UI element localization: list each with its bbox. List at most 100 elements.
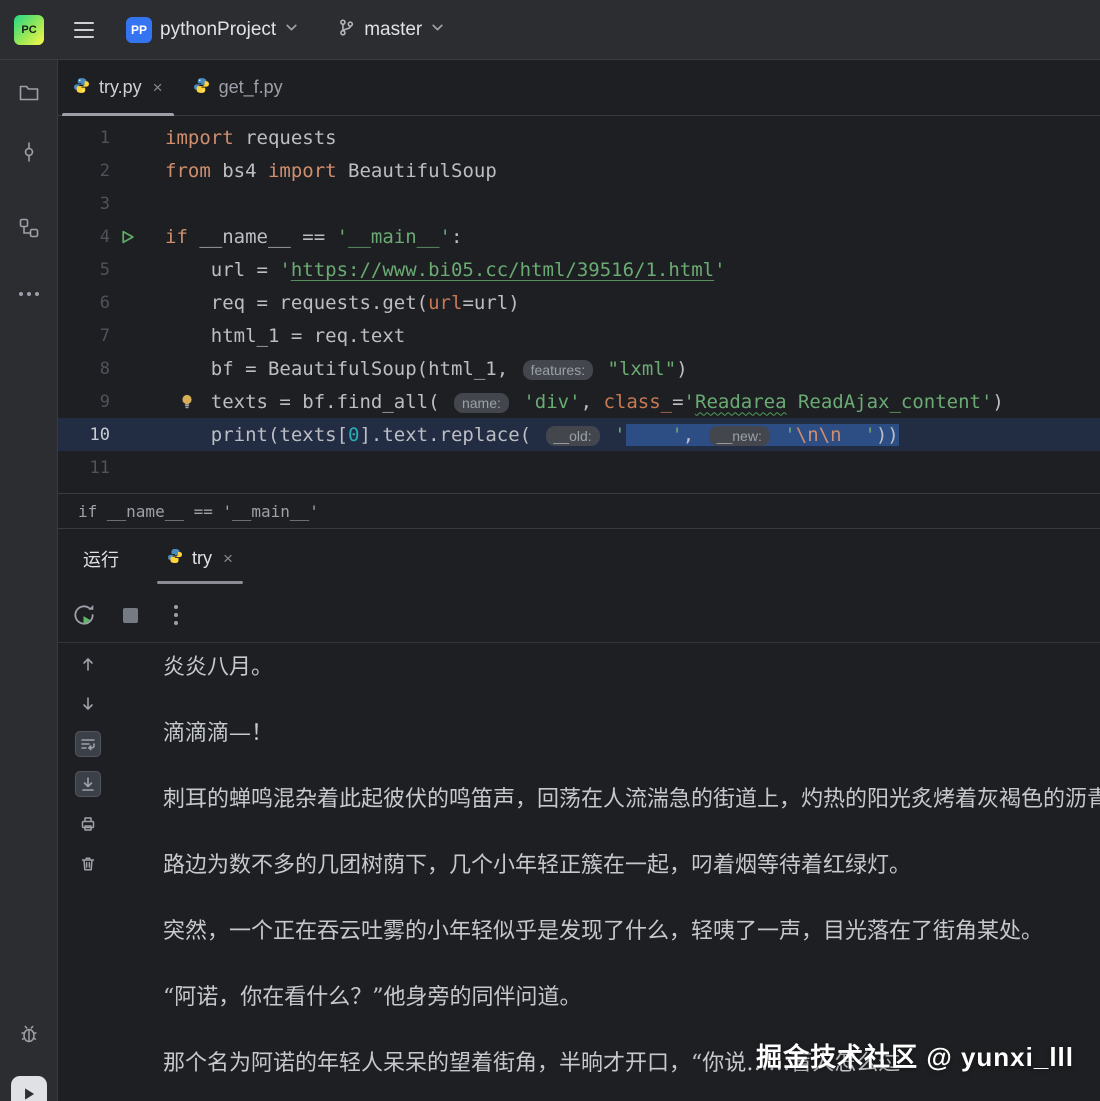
inlay-hint: __new:	[708, 425, 770, 446]
code-line[interactable]: 9 texts = bf.find_all( name: 'div', clas…	[58, 385, 1100, 418]
code-token: class_	[603, 390, 673, 413]
main-toolbar: PC PP pythonProject master	[0, 0, 1100, 60]
line-number[interactable]: 4	[58, 227, 110, 247]
print-icon[interactable]	[75, 811, 101, 837]
code-area[interactable]: 1 import requests 2 from bs4 import Beautif…	[58, 116, 1100, 493]
more-tool-windows-icon[interactable]	[17, 282, 41, 306]
play-icon	[20, 1085, 38, 1101]
breadcrumb[interactable]: if __name__ == '__main__'	[78, 502, 319, 521]
project-folder-icon[interactable]	[17, 80, 41, 104]
selection-highlight: '	[784, 423, 796, 446]
breadcrumb-bar: if __name__ == '__main__'	[58, 493, 1100, 529]
code-line[interactable]: 11	[58, 451, 1100, 484]
project-widget[interactable]: PP pythonProject	[116, 11, 309, 49]
code-token: req = requests.get(	[165, 291, 429, 314]
selection-highlight: '	[671, 423, 683, 446]
code-token: bf = BeautifulSoup(html_1,	[165, 357, 520, 380]
code-line[interactable]: 7 html_1 = req.text	[58, 319, 1100, 352]
line-number[interactable]: 3	[58, 194, 110, 214]
line-number[interactable]: 10	[58, 425, 110, 445]
line-number[interactable]: 2	[58, 161, 110, 181]
line-number[interactable]: 11	[58, 458, 110, 478]
line-number[interactable]: 9	[58, 392, 110, 412]
code-token: ,	[682, 423, 706, 446]
selection-highlight	[772, 423, 785, 446]
run-tab-label: try	[192, 548, 212, 568]
close-tab-icon[interactable]: ×	[223, 549, 233, 569]
code-text: from bs4 import BeautifulSoup	[165, 160, 497, 182]
run-tool-window-title: 运行	[83, 549, 119, 570]
close-tab-icon[interactable]: ×	[153, 78, 163, 98]
console-line: 炎炎八月。	[163, 655, 274, 680]
more-options-icon[interactable]	[163, 602, 189, 628]
scroll-to-end-icon[interactable]	[75, 771, 101, 797]
code-token: =url)	[462, 291, 520, 314]
code-token: https://www.bi05.cc/html/39516/1.html	[290, 258, 715, 281]
code-token: '	[784, 423, 796, 446]
arrow-down-icon[interactable]	[75, 691, 101, 717]
soft-wrap-icon[interactable]	[75, 731, 101, 757]
code-token: )	[992, 390, 1004, 413]
code-token: '__main__'	[336, 225, 451, 248]
code-text: if __name__ == '__main__':	[165, 226, 462, 248]
code-token: '	[671, 423, 683, 446]
git-branch-icon	[337, 18, 356, 42]
run-tool-window-button[interactable]	[11, 1076, 47, 1101]
hamburger-menu-icon[interactable]	[74, 21, 94, 38]
main-area: try.py × get_f.py 1 import requests 2 from …	[58, 60, 1100, 1101]
selection-highlight: ,	[682, 423, 706, 446]
code-text: import requests	[165, 127, 337, 149]
code-token: print(texts[	[165, 423, 349, 446]
trash-icon[interactable]	[75, 851, 101, 877]
stop-button[interactable]	[117, 602, 143, 628]
console-line: 刺耳的蝉鸣混杂着此起彼伏的鸣笛声，回荡在人流湍急的街道上，灼热的阳光炙烤着灰褐色…	[163, 787, 1100, 812]
run-tab-try[interactable]: try ×	[155, 529, 245, 588]
chevron-down-icon	[430, 20, 445, 40]
code-token: url	[428, 291, 463, 314]
code-token: BeautifulSoup	[336, 159, 497, 182]
tool-window-stripe	[0, 60, 58, 1101]
bug-icon[interactable]	[17, 1022, 41, 1046]
console-line: 突然，一个正在吞云吐雾的小年轻似乎是发现了什么，轻咦了一声，目光落在了街角某处。	[163, 919, 1044, 944]
line-number[interactable]: 5	[58, 260, 110, 280]
tab-label: get_f.py	[218, 77, 283, 97]
code-line[interactable]: 3	[58, 187, 1100, 220]
rerun-button[interactable]	[71, 602, 97, 628]
run-gutter-icon[interactable]	[120, 229, 135, 244]
run-toolbar	[58, 588, 1100, 643]
code-line[interactable]: 6 req = requests.get(url=url)	[58, 286, 1100, 319]
line-number[interactable]: 6	[58, 293, 110, 313]
tab-try-py[interactable]: try.py ×	[58, 60, 178, 116]
code-line[interactable]: 5 url = 'https://www.bi05.cc/html/39516/…	[58, 253, 1100, 286]
code-token: "lxml"	[607, 357, 677, 380]
vcs-widget[interactable]: master	[327, 12, 455, 48]
code-token: bs4	[210, 159, 268, 182]
arrow-up-icon[interactable]	[75, 651, 101, 677]
code-line[interactable]: 8 bf = BeautifulSoup(html_1, features: "…	[58, 352, 1100, 385]
selection-highlight: \n\n	[795, 423, 842, 446]
line-number[interactable]: 1	[58, 128, 110, 148]
code-token: =	[672, 390, 684, 413]
project-badge: PP	[126, 16, 152, 43]
selection-highlight	[841, 423, 865, 446]
intention-bulb-icon[interactable]	[180, 393, 194, 410]
commit-icon[interactable]	[17, 140, 41, 164]
tab-get-f-py[interactable]: get_f.py	[178, 60, 298, 115]
code-token: html_1 = req.text	[165, 324, 406, 347]
code-token: import	[267, 159, 337, 182]
line-number[interactable]: 7	[58, 326, 110, 346]
code-line[interactable]: 10 print(texts[0].text.replace( __old: '…	[58, 418, 1100, 451]
console-output[interactable]: 炎炎八月。 滴滴滴—！ 刺耳的蝉鸣混杂着此起彼伏的鸣笛声，回荡在人流湍急的街道上，灼…	[118, 643, 1100, 1101]
code-line[interactable]: 1 import requests	[58, 121, 1100, 154]
python-file-icon	[73, 77, 90, 99]
code-token: __name__ ==	[187, 225, 337, 248]
console-toolbar	[58, 643, 118, 1101]
code-line[interactable]: 4 if __name__ == '__main__':	[58, 220, 1100, 253]
line-number[interactable]: 8	[58, 359, 110, 379]
structure-icon[interactable]	[17, 216, 41, 240]
code-line[interactable]: 2 from bs4 import BeautifulSoup	[58, 154, 1100, 187]
python-file-icon	[167, 548, 183, 569]
